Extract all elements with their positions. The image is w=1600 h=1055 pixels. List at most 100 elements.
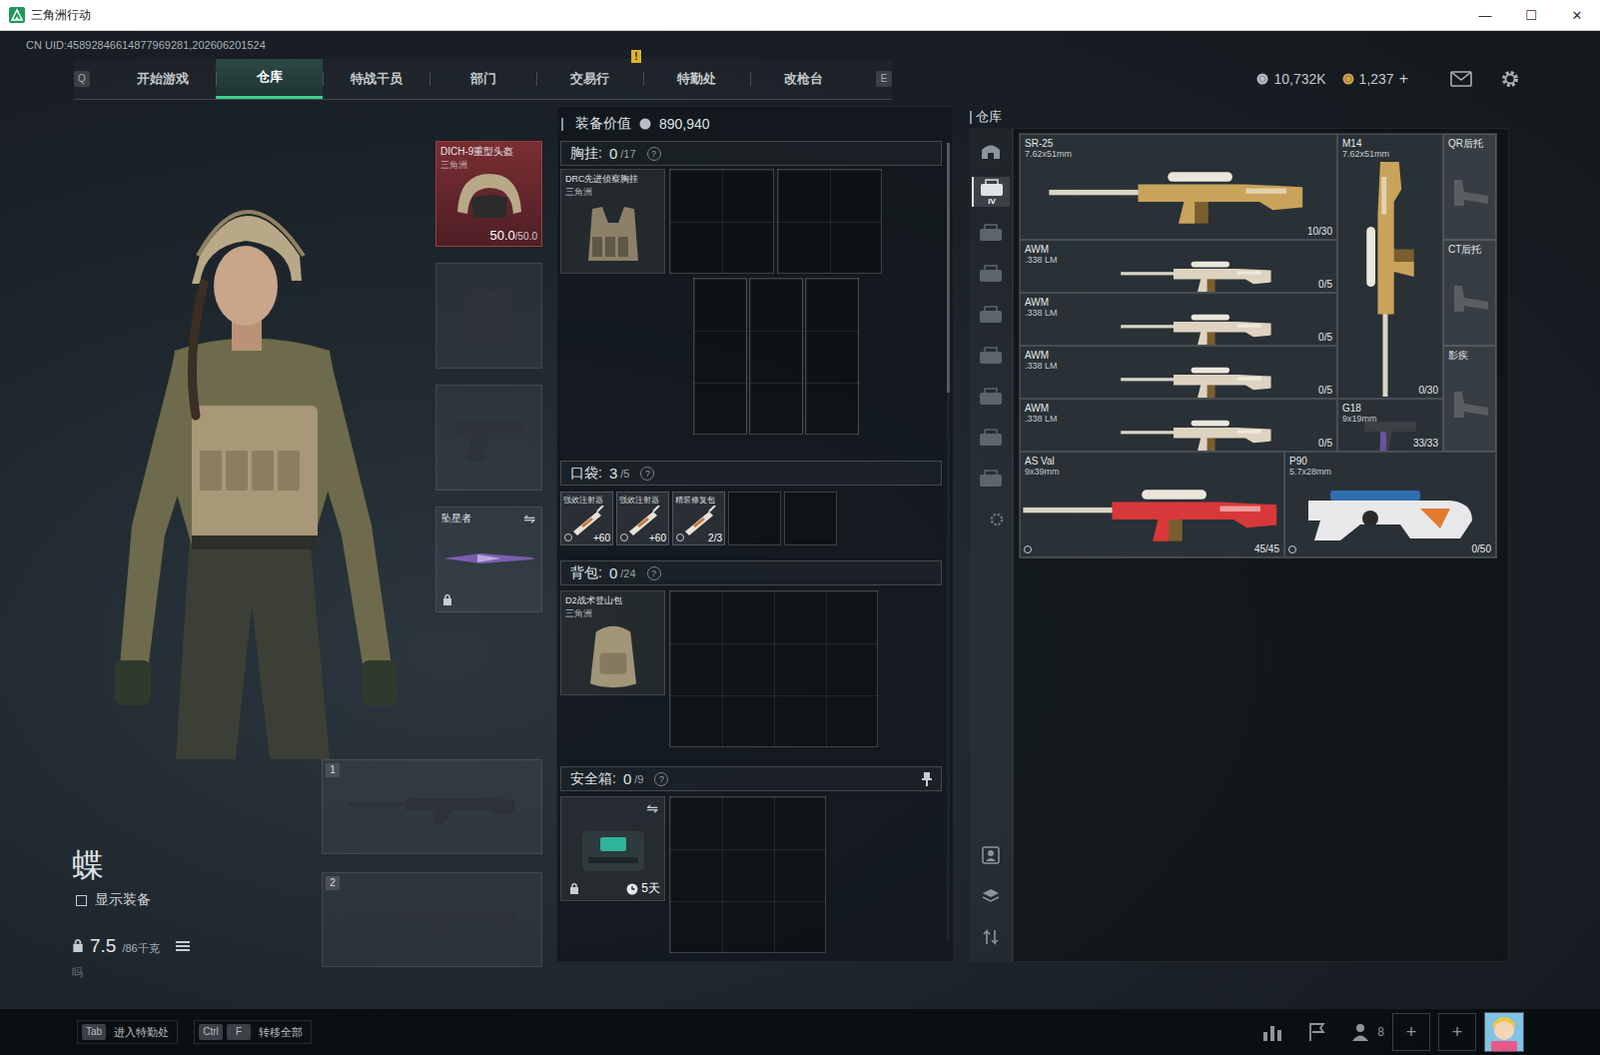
nav-tab[interactable]: 开始游戏 [108,58,216,99]
section-header: 胸挂:0/17? [560,140,942,166]
window-control[interactable]: ☐ [1508,0,1555,30]
time-left: 5天 [626,879,661,897]
sidebar-item[interactable] [971,504,1010,535]
nav-tab[interactable]: 特战干员 [322,58,430,99]
gear-slot[interactable]: 坠星者⇋ [435,506,543,613]
sidebar-item[interactable] [971,381,1010,412]
rig-icon [578,198,649,269]
sidebar-item[interactable] [971,422,1010,453]
swap-icon[interactable]: ⇋ [523,510,536,527]
warehouse-item[interactable]: AWM.338 LM0/5 [1019,239,1338,293]
backpack-grid[interactable] [669,590,878,748]
operator-panel: DICH-9重型头盔三角洲50.0/50.0坠星者⇋蝶显示装备7.5/86千克吗… [0,105,543,1009]
loadout-panel: 装备价值890,940胸挂:0/17?DRC先进侦察胸挂三角洲口袋:3/5?强效… [556,105,954,962]
window-control[interactable]: ✕ [1554,0,1600,30]
coin-icon [1342,72,1355,85]
mail-icon[interactable] [1450,70,1473,87]
add-currency-button[interactable]: + [1399,69,1409,88]
scrollbar[interactable] [946,142,950,942]
sidebar-tool[interactable] [971,880,1010,911]
invite-slot[interactable]: + [1438,1012,1477,1051]
section-header: 背包:0/24? [560,560,942,586]
pocket-slot[interactable] [784,491,837,546]
warehouse-item[interactable]: G189x19mm33/33 [1337,398,1444,452]
chest-rig-item[interactable]: DRC先进侦察胸挂三角洲 [560,168,666,274]
player-avatar[interactable] [1484,1011,1525,1052]
friends-button[interactable]: 8 [1351,1021,1385,1042]
sidebar-item[interactable]: IV [971,176,1010,207]
game-area: CN UID:45892846614877969281,202606201524… [0,30,1600,1009]
safe-box-item[interactable]: ⇋ 5天 [560,796,666,901]
pocket-slot[interactable]: 强效注射器+60 [616,491,670,546]
warehouse-item[interactable]: SR-257.62x51mm10/30 [1019,133,1338,240]
window-control[interactable]: — [1462,0,1509,30]
list-icon[interactable] [175,939,190,952]
logo-icon [8,6,25,23]
pin-icon[interactable] [921,772,932,787]
sniper-rifle-icon [1082,362,1313,399]
warehouse-item[interactable]: CT后托 [1443,239,1497,346]
nav-tab[interactable]: 仓库 [215,58,323,99]
pocket-slot[interactable]: 精装修复包2/3 [672,491,726,546]
tier-box-icon [978,387,1003,406]
warehouse-item[interactable]: 影疾 [1443,345,1497,452]
smg-icon [1300,480,1481,551]
weapon-slot[interactable]: 2 [321,871,543,967]
weapon-slot[interactable]: 1 [321,759,543,854]
sidebar-item[interactable] [971,340,1010,371]
help-icon[interactable]: ? [640,466,655,481]
warehouse-item[interactable]: AWM.338 LM0/5 [1019,292,1338,346]
warehouse-item[interactable]: AWM.338 LM0/5 [1019,398,1338,452]
warehouse-item[interactable]: QR后托 [1443,133,1497,240]
sidebar-item[interactable] [971,299,1010,330]
pocket-slot[interactable] [728,491,782,546]
rig-grid[interactable] [693,277,748,435]
swap-icon[interactable]: ⇋ [646,800,659,816]
stats-chart-icon[interactable] [1261,1021,1284,1042]
safe-box-grid[interactable] [669,796,826,953]
nav-tab[interactable]: 改枪台 [750,58,857,99]
rig-grid[interactable] [777,168,882,274]
gear-slot[interactable]: DICH-9重型头盔三角洲50.0/50.0 [435,140,543,247]
flag-icon[interactable] [1307,1021,1328,1042]
backpack-item[interactable]: D2战术登山包三角洲 [560,590,666,696]
nav-tab[interactable]: 交易行! [536,58,644,99]
sidebar-item[interactable] [971,217,1010,248]
syringe-icon [679,505,720,536]
warehouse-item[interactable]: AWM.338 LM0/5 [1019,345,1338,399]
gear-slot[interactable] [435,384,543,491]
warehouse-title: 仓库 [969,105,1510,128]
alert-badge: ! [631,49,642,63]
show-gear-checkbox[interactable]: 显示装备 [75,890,322,909]
tier-box-icon [978,223,1003,242]
rig-grid[interactable] [749,277,803,435]
operator-note: 吗 [71,964,322,980]
sidebar-item[interactable] [971,135,1010,166]
help-icon[interactable]: ? [647,146,662,161]
gear-icon[interactable] [1500,68,1521,89]
nav-tab[interactable]: 特勤处 [643,58,751,99]
sidebar-tool[interactable] [971,921,1010,952]
tier-box-icon [978,469,1003,488]
warehouse-sidebar: IV [969,127,1013,962]
invite-slot[interactable]: + [1392,1012,1431,1051]
sidebar-tool[interactable] [971,839,1010,870]
warehouse-panel: 仓库 IV SR-257.62x51mm10/30M147.62x51mm0/30Q… [969,105,1510,962]
pocket-slot[interactable]: 强效注射器+60 [560,491,614,546]
key-hint-button[interactable]: CtrlF转移全部 [193,1019,312,1044]
warehouse-item[interactable]: AS Val9x39mm45/45 [1019,451,1285,558]
sidebar-item[interactable] [971,258,1010,289]
warehouse-item[interactable]: P905.7x28mm0/50 [1284,451,1497,558]
sidebar-item[interactable] [971,463,1010,494]
key-hint-button[interactable]: Tab进入特勤处 [76,1019,178,1044]
section-header: 安全箱:0/9? [560,766,942,792]
warehouse-item[interactable]: M147.62x51mm0/30 [1337,133,1444,399]
rig-grid[interactable] [669,168,775,274]
help-icon[interactable]: ? [647,566,662,581]
gear-slot[interactable] [435,262,543,369]
rig-grid[interactable] [804,277,859,435]
pistol-icon [449,409,530,466]
help-icon[interactable]: ? [654,772,669,787]
rifle-icon [1354,151,1427,399]
nav-tab[interactable]: 部门 [429,58,537,99]
